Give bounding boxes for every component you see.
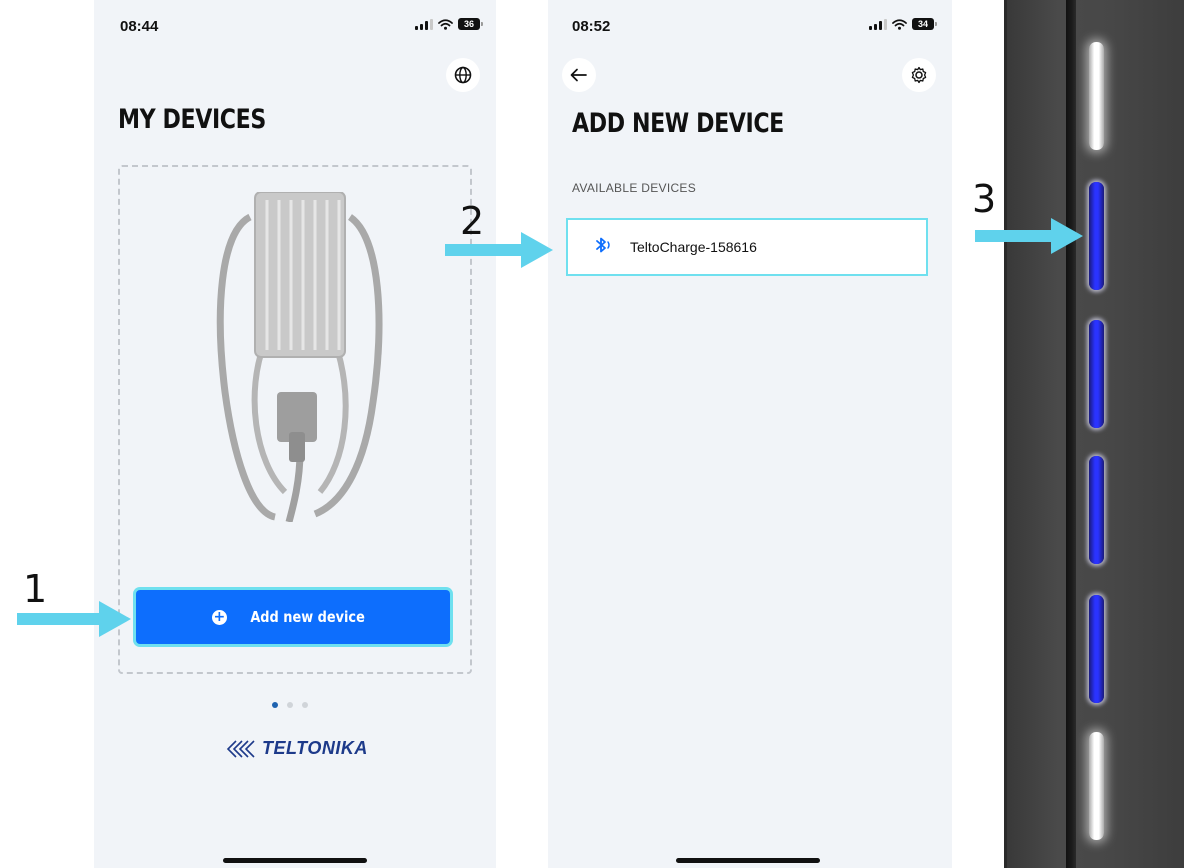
back-button[interactable] [562, 58, 596, 92]
led-white [1089, 42, 1104, 150]
signal-icon [415, 18, 433, 30]
home-indicator[interactable] [676, 858, 820, 863]
battery-icon: 36 [458, 18, 483, 30]
carousel-indicator [272, 702, 308, 708]
carousel-dot[interactable] [287, 702, 293, 708]
strip-groove [1066, 0, 1076, 868]
arrow-right-icon [975, 218, 1083, 254]
add-new-device-button[interactable]: + Add new device [136, 590, 450, 644]
device-list-item[interactable]: TeltoCharge-158616 [566, 218, 928, 276]
teltonika-logo: TELTONIKA [226, 738, 368, 759]
available-devices-label: AVAILABLE DEVICES [572, 181, 697, 195]
language-button[interactable] [446, 58, 480, 92]
arrow-right-icon [17, 601, 131, 637]
status-icons: 36 [415, 18, 483, 30]
teltonika-logo-mark-icon [226, 739, 255, 758]
led-blue [1089, 595, 1104, 703]
led-blue [1089, 456, 1104, 564]
status-time: 08:44 [120, 18, 159, 35]
carousel-dot[interactable] [302, 702, 308, 708]
page-title: ADD NEW DEVICE [572, 108, 784, 139]
device-name: TeltoCharge-158616 [630, 239, 757, 255]
logo-text: TELTONIKA [262, 738, 368, 758]
bluetooth-icon [594, 236, 616, 259]
led-blue [1089, 320, 1104, 428]
phone-screen-add-new-device: 08:52 34 ADD NEW DEVICE AVAILABLE DEVICE… [548, 0, 952, 868]
battery-icon: 34 [912, 18, 937, 30]
add-new-device-label: Add new device [250, 608, 365, 626]
charger-illustration [216, 192, 383, 522]
led-white [1089, 732, 1104, 840]
page-title: MY DEVICES [118, 104, 266, 135]
globe-icon [454, 66, 472, 84]
phone-screen-my-devices: 08:44 36 MY DEVICES + Add new device TEL… [94, 0, 496, 868]
step-number-3: 3 [972, 177, 997, 221]
status-time: 08:52 [572, 18, 611, 35]
signal-icon [869, 18, 887, 30]
plus-circle-icon: + [211, 609, 227, 625]
gear-icon [911, 66, 927, 84]
led-blue [1089, 182, 1104, 290]
status-icons: 34 [869, 18, 937, 30]
wifi-icon [892, 18, 907, 30]
strip-edge [1004, 0, 1007, 868]
arrow-left-icon [570, 68, 587, 82]
charger-led-strip-photo [1004, 0, 1184, 868]
arrow-right-icon [445, 232, 553, 268]
home-indicator[interactable] [223, 858, 367, 863]
settings-button[interactable] [902, 58, 936, 92]
carousel-dot-active[interactable] [272, 702, 278, 708]
wifi-icon [438, 18, 453, 30]
